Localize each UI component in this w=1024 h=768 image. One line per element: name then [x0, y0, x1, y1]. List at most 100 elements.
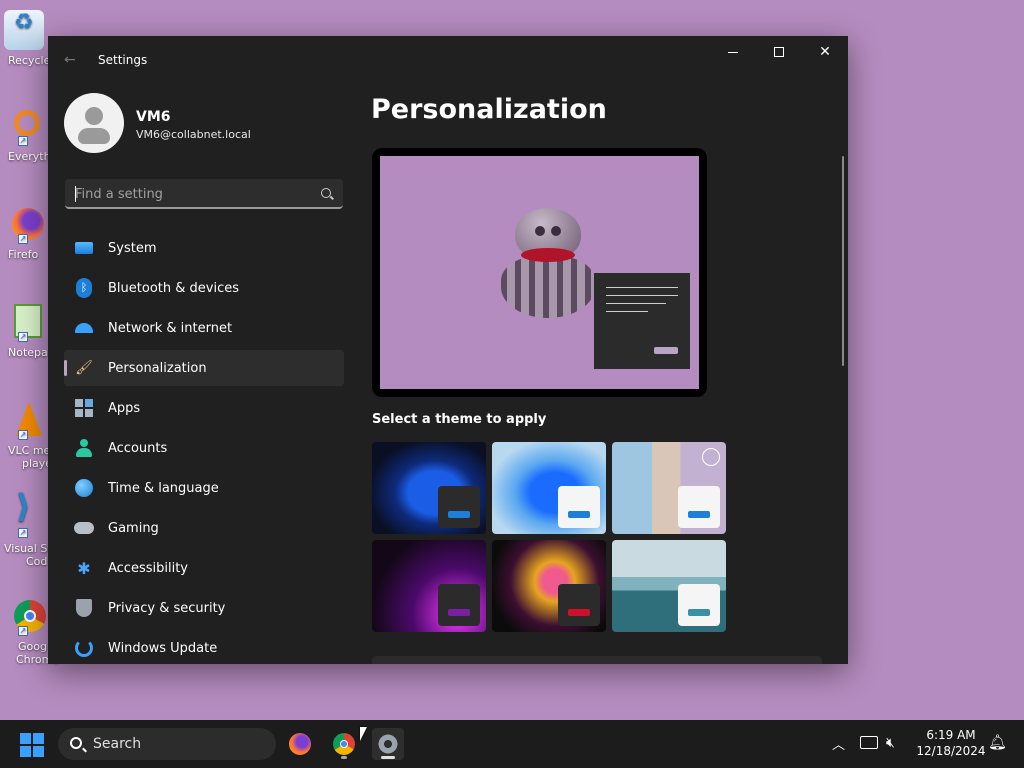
sidebar-item-privacy[interactable]: Privacy & security: [64, 590, 344, 626]
maximize-button[interactable]: [756, 36, 802, 68]
minimize-icon: [728, 51, 738, 53]
network-icon[interactable]: [860, 736, 878, 749]
notepad-icon: ↗: [4, 302, 44, 342]
bluetooth-icon: ᛒ: [74, 278, 94, 298]
sidebar-item-label: Accessibility: [108, 560, 188, 576]
spotlight-icon: [702, 448, 720, 466]
taskbar-search-label: Search: [93, 736, 142, 752]
desktop-icon-everything[interactable]: ↗ Everyth: [0, 106, 51, 163]
sidebar-item-windows-update[interactable]: Windows Update: [64, 630, 344, 664]
start-button[interactable]: [20, 733, 44, 757]
theme-tile-windows-spotlight[interactable]: [612, 442, 726, 534]
sidebar-item-label: Personalization: [108, 360, 207, 376]
sidebar-item-apps[interactable]: Apps: [64, 390, 344, 426]
desktop-icon-label: Firefo: [8, 248, 39, 261]
title-bar[interactable]: ← Settings ✕: [48, 36, 848, 84]
desktop-icon-recycle-bin[interactable]: ♻ Recycle: [0, 10, 51, 67]
theme-badge: [678, 486, 720, 528]
desktop-icon-vscode[interactable]: ⟩ ↗ Visual St Cod: [0, 487, 52, 568]
taskbar-chrome[interactable]: [328, 728, 360, 760]
desktop-icon-label-line2: playe: [22, 457, 53, 470]
theme-grid: [372, 442, 726, 632]
sidebar-item-system[interactable]: System: [64, 230, 344, 266]
back-arrow-icon[interactable]: ←: [64, 52, 76, 68]
theme-tile-windows-light[interactable]: [492, 442, 606, 534]
shield-icon: [74, 598, 94, 618]
sidebar-item-label: Apps: [108, 400, 141, 416]
search-icon[interactable]: [321, 188, 331, 198]
desktop-icon-chrome[interactable]: ↗ Goog Chrome: [0, 596, 60, 666]
preview-window: [594, 273, 690, 369]
desktop-icon-vlc[interactable]: ↗ VLC me playe: [0, 400, 53, 470]
sidebar-item-label: Accounts: [108, 440, 168, 456]
mouse-cursor: [360, 727, 367, 741]
monitor-icon: [74, 238, 94, 258]
sidebar-item-label: Gaming: [108, 520, 159, 536]
recycle-bin-icon: ♻: [4, 10, 44, 50]
volume-muted-icon[interactable]: 🔇︎: [886, 735, 895, 751]
sidebar-item-network[interactable]: Network & internet: [64, 310, 344, 346]
desktop-icon-firefox[interactable]: ↗ Firefo: [0, 204, 48, 261]
theme-tile-captured-motion[interactable]: [492, 540, 606, 632]
text-caret: [75, 186, 76, 202]
everything-search-icon: ↗: [4, 106, 44, 146]
content-scrollbar[interactable]: [842, 156, 844, 366]
chrome-icon: ↗: [4, 596, 46, 636]
firefox-icon: ↗: [4, 204, 44, 244]
wifi-icon: [74, 318, 94, 338]
settings-search-box[interactable]: [65, 179, 343, 209]
minimize-button[interactable]: [710, 36, 756, 68]
vscode-icon: ⟩ ↗: [16, 487, 31, 538]
sidebar-item-gaming[interactable]: Gaming: [64, 510, 344, 546]
avatar-head: [85, 107, 103, 125]
desktop-icon-notepad[interactable]: ↗ Notepa: [0, 302, 48, 359]
wallpaper-figure: [493, 208, 603, 318]
clock-date: 12/18/2024: [916, 744, 986, 758]
user-email: VM6@collabnet.local: [136, 128, 251, 141]
theme-badge: [558, 486, 600, 528]
theme-tile-flow[interactable]: [612, 540, 726, 632]
sidebar-item-label: System: [108, 240, 157, 256]
desktop-icon-label: Recycle: [8, 54, 51, 67]
taskbar-settings[interactable]: [372, 728, 404, 760]
gear-icon: [377, 733, 399, 755]
taskbar-firefox[interactable]: [284, 728, 316, 760]
search-input[interactable]: [75, 185, 305, 203]
settings-card-partial[interactable]: [372, 656, 822, 664]
gamepad-icon: [74, 518, 94, 538]
desktop-icon-label: Visual St: [4, 542, 52, 555]
sidebar-item-time-language[interactable]: Time & language: [64, 470, 344, 506]
sidebar-item-accessibility[interactable]: ✱ Accessibility: [64, 550, 344, 586]
chevron-up-icon[interactable]: ︿: [832, 734, 845, 753]
themes-section-label: Select a theme to apply: [372, 412, 547, 427]
theme-badge: [678, 584, 720, 626]
sidebar-item-label: Privacy & security: [108, 600, 226, 616]
sidebar-item-accounts[interactable]: Accounts: [64, 430, 344, 466]
desktop-icon-label: Goog: [18, 640, 47, 653]
sidebar-item-personalization[interactable]: 🖌 Personalization: [64, 350, 344, 386]
taskbar-search[interactable]: Search: [58, 728, 276, 760]
sidebar-item-label: Bluetooth & devices: [108, 280, 239, 296]
close-icon: ✕: [819, 44, 831, 60]
apps-icon: [74, 398, 94, 418]
user-name: VM6: [136, 109, 171, 125]
close-button[interactable]: ✕: [802, 36, 848, 68]
globe-clock-icon: [74, 478, 94, 498]
desktop-icon-label-line2: Chrome: [16, 653, 60, 666]
desktop-icon-label: Everyth: [8, 150, 51, 163]
sidebar-item-bluetooth[interactable]: ᛒ Bluetooth & devices: [64, 270, 344, 306]
notification-bell-icon[interactable]: 🔔︎: [988, 733, 1007, 751]
avatar[interactable]: [64, 93, 124, 153]
theme-tile-windows-dark[interactable]: [372, 442, 486, 534]
accessibility-icon: ✱: [77, 558, 91, 578]
taskbar-clock[interactable]: 6:19 AM 12/18/2024: [912, 727, 990, 759]
theme-tile-glow[interactable]: [372, 540, 486, 632]
vlc-icon: ↗: [4, 400, 44, 440]
theme-badge: [438, 584, 480, 626]
sidebar-item-label: Network & internet: [108, 320, 233, 336]
desktop-icon-label: VLC me: [8, 444, 51, 457]
window-title: Settings: [98, 53, 148, 67]
maximize-icon: [774, 47, 784, 57]
theme-badge: [558, 584, 600, 626]
person-icon: [74, 438, 94, 458]
